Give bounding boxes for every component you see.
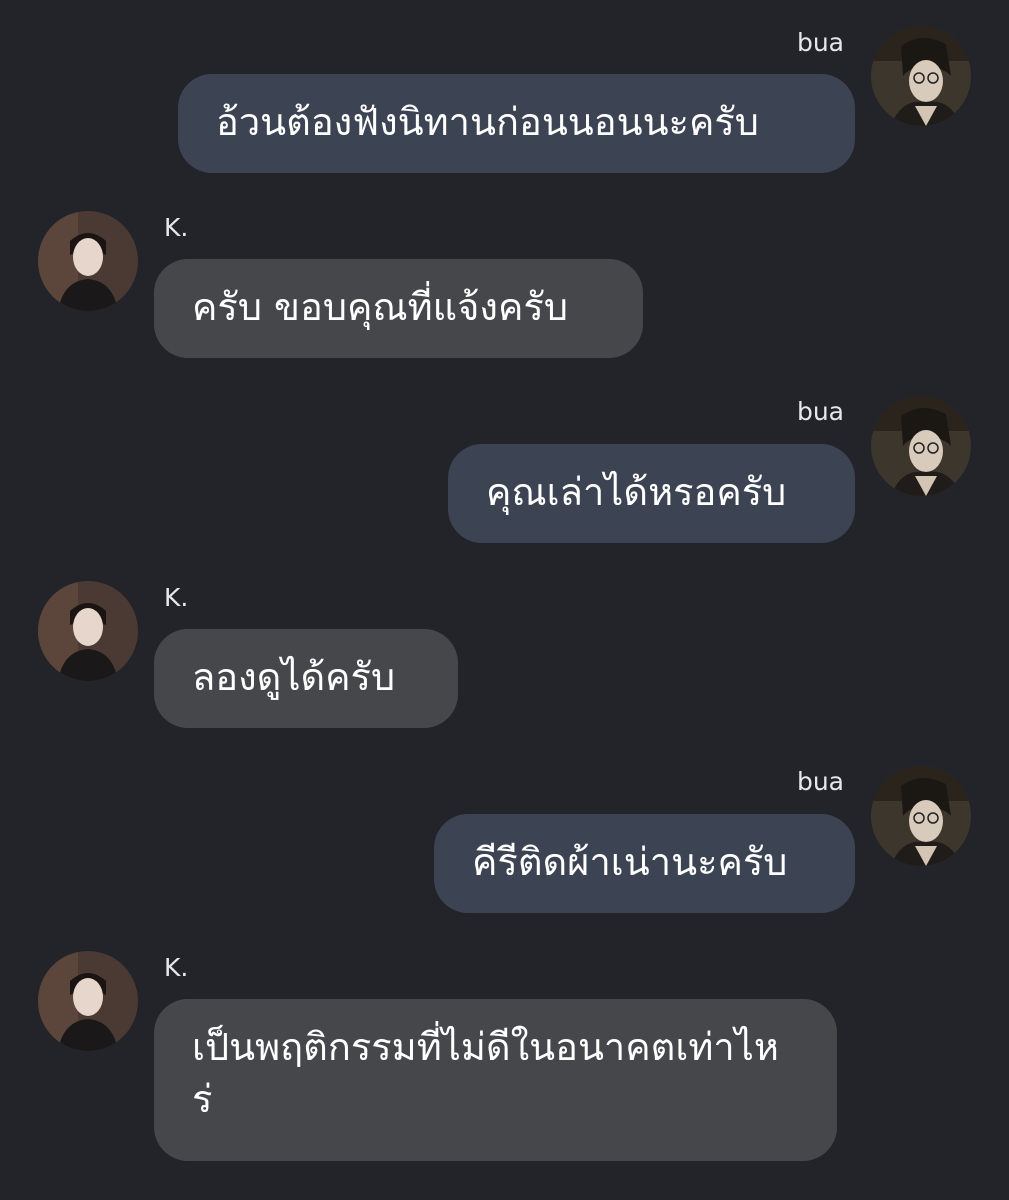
chat-thread: bua อ้วนต้องฟังนิทานก่อนนอนนะครับ K. ครั… xyxy=(0,0,1009,1200)
user-photo-k-icon[interactable] xyxy=(38,581,138,681)
message-bubble[interactable]: คีรีติดผ้าเน่านะครับ xyxy=(434,814,855,913)
message-bubble[interactable]: อ้วนต้องฟังนิทานก่อนนอนนะครับ xyxy=(178,74,855,173)
sender-name: bua xyxy=(796,397,844,426)
sender-name: K. xyxy=(164,953,189,982)
sender-name: bua xyxy=(796,28,844,57)
message-bubble[interactable]: ลองดูได้ครับ xyxy=(154,629,458,728)
user-photo-bua-icon[interactable] xyxy=(871,766,971,866)
message-bubble[interactable]: เป็นพฤติกรรมที่ไม่ดีในอนาคตเท่าไหร่ xyxy=(154,999,837,1161)
user-photo-bua-icon[interactable] xyxy=(871,26,971,126)
user-photo-bua-icon[interactable] xyxy=(871,396,971,496)
user-photo-k-icon[interactable] xyxy=(38,211,138,311)
message-bubble[interactable]: ครับ ขอบคุณที่แจ้งครับ xyxy=(154,259,643,358)
sender-name: K. xyxy=(164,583,189,612)
sender-name: bua xyxy=(796,767,844,796)
user-photo-k-icon[interactable] xyxy=(38,951,138,1051)
message-bubble[interactable]: คุณเล่าได้หรอครับ xyxy=(448,444,855,543)
sender-name: K. xyxy=(164,213,189,242)
